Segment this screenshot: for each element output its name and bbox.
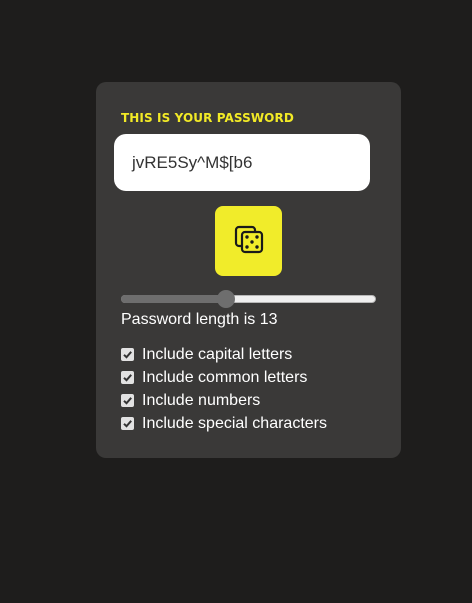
dice-icon [233,223,265,260]
option-common-letters: Include common letters [121,366,327,389]
option-numbers: Include numbers [121,389,327,412]
common-letters-label: Include common letters [142,368,308,386]
numbers-label: Include numbers [142,391,261,409]
slider-thumb[interactable] [217,290,236,308]
special-characters-label: Include special characters [142,414,327,432]
special-characters-checkbox[interactable] [121,417,134,430]
capital-letters-label: Include capital letters [142,345,293,363]
password-text: jvRE5Sy^M$[b6 [132,152,253,172]
numbers-checkbox[interactable] [121,394,134,407]
password-length-label: Password length is 13 [121,311,278,328]
options-list: Include capital letters Include common l… [121,343,327,435]
slider-fill [121,295,227,303]
capital-letters-checkbox[interactable] [121,348,134,361]
password-heading: THIS IS YOUR PASSWORD [121,111,294,125]
generate-password-button[interactable] [215,206,282,276]
password-length-slider[interactable] [121,290,376,308]
option-special-characters: Include special characters [121,412,327,435]
password-generator-card: THIS IS YOUR PASSWORD jvRE5Sy^M$[b6 Pass… [96,82,401,458]
option-capital-letters: Include capital letters [121,343,327,366]
password-display[interactable]: jvRE5Sy^M$[b6 [114,134,370,191]
common-letters-checkbox[interactable] [121,371,134,384]
